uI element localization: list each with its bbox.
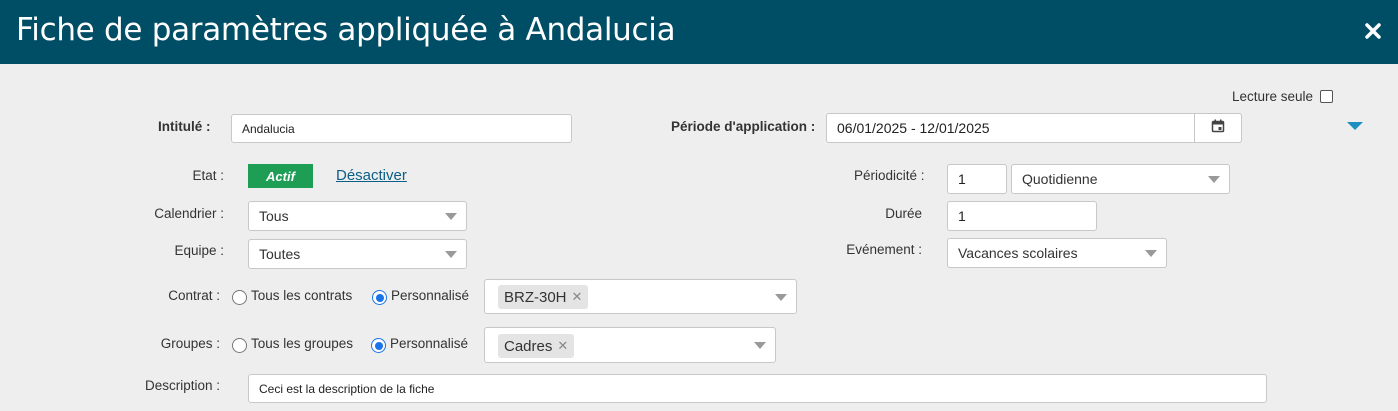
groupes-multiselect[interactable]: Cadres ✕: [484, 327, 776, 363]
contrat-tag-label: BRZ-30H: [504, 288, 567, 306]
groupes-radio-all[interactable]: [232, 338, 247, 353]
calendrier-label: Calendrier :: [154, 206, 224, 221]
calendar-button[interactable]: [1194, 113, 1242, 143]
chevron-down-icon: [754, 342, 766, 349]
contrat-tag: BRZ-30H ✕: [498, 285, 589, 309]
periode-input[interactable]: 06/01/2025 - 12/01/2025: [826, 113, 1195, 143]
groupes-label: Groupes :: [160, 336, 220, 351]
contrat-radio-all[interactable]: [232, 290, 247, 305]
periodicite-label: Périodicité :: [854, 168, 925, 183]
chevron-down-icon: [1208, 176, 1220, 183]
description-label: Description :: [144, 378, 220, 393]
calendar-icon: [1211, 119, 1225, 138]
groupes-radio-custom[interactable]: [371, 338, 386, 353]
contrat-label: Contrat :: [168, 288, 220, 303]
remove-tag-icon[interactable]: ✕: [557, 338, 568, 354]
description-input[interactable]: Ceci est la description de la fiche: [248, 374, 1267, 403]
evenement-label: Evénement :: [846, 242, 922, 257]
groupes-tag-label: Cadres: [504, 337, 553, 355]
duree-label: Durée: [885, 206, 922, 221]
groupes-option-custom-label: Personnalisé: [390, 336, 469, 351]
chevron-down-icon: [775, 293, 787, 301]
collapse-arrow-icon[interactable]: [1347, 122, 1363, 130]
contrat-multiselect[interactable]: BRZ-30H ✕: [484, 279, 797, 314]
calendrier-value: Tous: [259, 208, 289, 224]
chevron-down-icon: [445, 251, 457, 258]
readonly-label: Lecture seule: [1232, 89, 1314, 104]
intitule-input[interactable]: Andalucia: [231, 114, 572, 143]
evenement-select[interactable]: Vacances scolaires: [947, 238, 1167, 268]
equipe-select[interactable]: Toutes: [248, 239, 467, 269]
window-header: Fiche de paramètres appliquée à Andaluci…: [0, 0, 1398, 64]
contrat-option-all-label: Tous les contrats: [251, 288, 353, 303]
equipe-label: Equipe :: [174, 243, 224, 258]
periode-label: Période d'application :: [671, 119, 816, 134]
intitule-label: Intitulé :: [158, 119, 211, 134]
status-badge: Actif: [248, 164, 313, 188]
periodicite-value-input[interactable]: 1: [947, 164, 1007, 194]
evenement-value: Vacances scolaires: [958, 245, 1078, 261]
periodicite-unit-select[interactable]: Quotidienne: [1011, 164, 1230, 194]
chevron-down-icon: [445, 213, 457, 220]
groupes-option-all-label: Tous les groupes: [251, 336, 354, 351]
contrat-radio-custom[interactable]: [372, 290, 387, 305]
deactivate-link[interactable]: Désactiver: [336, 167, 407, 184]
close-icon[interactable]: [1362, 20, 1384, 42]
duree-input[interactable]: 1: [947, 201, 1097, 231]
periodicite-unit-value: Quotidienne: [1022, 171, 1098, 187]
equipe-value: Toutes: [259, 246, 301, 262]
groupes-tag: Cadres ✕: [498, 334, 575, 358]
contrat-option-custom-label: Personnalisé: [391, 288, 470, 303]
window-title: Fiche de paramètres appliquée à Andaluci…: [16, 12, 676, 48]
etat-label: Etat :: [192, 168, 224, 183]
calendrier-select[interactable]: Tous: [248, 201, 467, 231]
readonly-checkbox[interactable]: [1320, 90, 1333, 103]
remove-tag-icon[interactable]: ✕: [572, 289, 583, 305]
chevron-down-icon: [1145, 250, 1157, 257]
